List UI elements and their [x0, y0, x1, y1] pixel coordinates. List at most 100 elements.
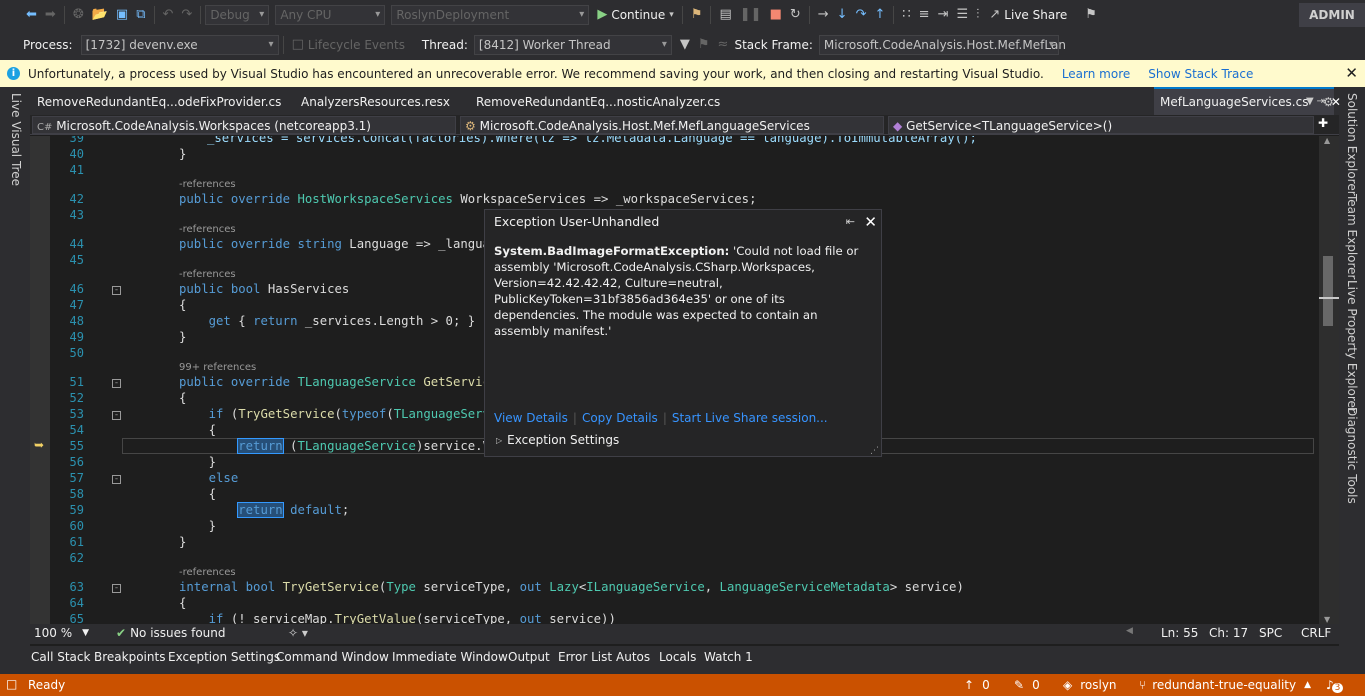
- chevron-down-icon[interactable]: ▾: [669, 7, 674, 23]
- step-over-icon[interactable]: ↷: [856, 7, 867, 23]
- pin-icon[interactable]: ⇤: [846, 210, 855, 234]
- tab-analyzersresources[interactable]: AnalyzersResources.resx: [301, 87, 450, 115]
- continue-button[interactable]: Continue: [611, 8, 665, 22]
- step-into-icon[interactable]: ↓: [837, 7, 848, 23]
- tab-breakpoints[interactable]: Breakpoints: [94, 650, 165, 664]
- scroll-left-icon[interactable]: ◀: [1126, 626, 1133, 636]
- vertical-scrollbar[interactable]: ▲ ▼: [1319, 136, 1339, 624]
- tab-immediate-window[interactable]: Immediate Window: [392, 650, 508, 664]
- tab-watch-1[interactable]: Watch 1: [704, 650, 753, 664]
- collapse-icon[interactable]: -: [112, 379, 121, 388]
- solution-explorer-tab[interactable]: Solution Explorer: [1345, 93, 1359, 196]
- codelens-references[interactable]: -references: [179, 179, 236, 190]
- collapse-icon[interactable]: -: [112, 475, 121, 484]
- show-next-statement-icon[interactable]: →: [818, 7, 829, 23]
- pending-changes[interactable]: ✎ 0: [1014, 678, 1040, 692]
- learn-more-link[interactable]: Learn more: [1062, 67, 1130, 81]
- close-icon[interactable]: ✕: [864, 210, 877, 234]
- pause-icon[interactable]: ❚❚: [740, 7, 762, 23]
- undo-icon[interactable]: ↶: [163, 7, 174, 23]
- close-icon[interactable]: ✕: [1345, 64, 1358, 82]
- live-property-explorer-tab[interactable]: Live Property Explorer: [1345, 280, 1359, 413]
- branch-indicator[interactable]: ⑂ redundant-true-equality ▲: [1139, 678, 1311, 692]
- repository-indicator[interactable]: ◈ roslyn: [1063, 678, 1117, 692]
- scroll-up-icon[interactable]: ▲: [1324, 136, 1330, 145]
- tab-exception-settings[interactable]: Exception Settings: [168, 650, 280, 664]
- feedback-icon[interactable]: ⚑: [1085, 7, 1097, 23]
- platform-dropdown[interactable]: Any CPU: [275, 5, 386, 25]
- open-folder-icon[interactable]: 📂: [92, 7, 108, 23]
- lifecycle-events-dropdown[interactable]: Lifecycle Events: [308, 38, 412, 52]
- configuration-dropdown[interactable]: Debug: [205, 5, 270, 25]
- show-stack-trace-link[interactable]: Show Stack Trace: [1148, 67, 1253, 81]
- issues-indicator[interactable]: ✔ No issues found: [116, 626, 225, 640]
- save-all-icon[interactable]: ⧉: [136, 7, 145, 23]
- codelens-references[interactable]: 99+ references: [179, 362, 256, 373]
- live-share-icon[interactable]: ↗: [989, 7, 1000, 23]
- zoom-dropdown[interactable]: 100 % ▼: [34, 626, 92, 640]
- codelens-references[interactable]: -references: [179, 224, 236, 235]
- team-explorer-tab[interactable]: Team Explorer: [1345, 194, 1359, 280]
- collapse-icon[interactable]: -: [112, 411, 121, 420]
- tab-error-list[interactable]: Error List: [558, 650, 612, 664]
- exception-settings-expander[interactable]: ▷ Exception Settings: [496, 433, 619, 447]
- redo-icon[interactable]: ↷: [181, 7, 192, 23]
- step-out-icon[interactable]: ↑: [874, 7, 885, 23]
- forward-icon[interactable]: ➡: [45, 7, 56, 23]
- codelens-references[interactable]: -references: [179, 567, 236, 578]
- back-icon[interactable]: ⬅: [26, 7, 37, 23]
- scroll-down-icon[interactable]: ▼: [1324, 615, 1330, 624]
- notifications-button[interactable]: ♪ 3: [1326, 677, 1344, 693]
- diagnostic-tools-tab[interactable]: Diagnostic Tools: [1345, 407, 1359, 504]
- filter-icon[interactable]: ▼: [680, 37, 690, 53]
- start-live-share-link[interactable]: Start Live Share session...: [672, 411, 828, 425]
- codelens-references[interactable]: -references: [179, 269, 236, 280]
- show-threads-icon[interactable]: ≈: [718, 37, 729, 53]
- lifecycle-icon[interactable]: □: [292, 37, 304, 53]
- tab-autos[interactable]: Autos: [616, 650, 650, 664]
- uncomment-icon[interactable]: ⫶: [976, 7, 979, 23]
- save-icon[interactable]: ▣: [116, 7, 128, 23]
- code-cleanup-icon[interactable]: ✧ ▾: [288, 626, 308, 640]
- line-indicator[interactable]: Ln: 55: [1161, 626, 1198, 640]
- resize-grip-icon[interactable]: ⋰: [870, 446, 879, 456]
- split-editor-icon[interactable]: ✚: [1318, 116, 1328, 130]
- process-dropdown[interactable]: [1732] devenv.exe: [80, 35, 279, 55]
- tab-diagnosticanalyzer[interactable]: RemoveRedundantEq...nosticAnalyzer.cs: [476, 87, 720, 115]
- stop-icon[interactable]: ■: [770, 7, 782, 23]
- stack-frame-dropdown[interactable]: Microsoft.CodeAnalysis.Host.Mef.MefLan: [818, 35, 1066, 55]
- settings-gear-icon[interactable]: ⚙: [1323, 87, 1334, 115]
- comment-icon[interactable]: ≡: [919, 7, 930, 23]
- camera-icon[interactable]: ▤: [719, 7, 731, 23]
- collapse-icon[interactable]: -: [112, 584, 121, 593]
- tab-locals[interactable]: Locals: [659, 650, 696, 664]
- copy-details-link[interactable]: Copy Details: [582, 411, 658, 425]
- whitespace-indicator[interactable]: SPC: [1259, 626, 1282, 640]
- column-indicator[interactable]: Ch: 17: [1209, 626, 1248, 640]
- unpushed-commits[interactable]: ↑ 0: [964, 678, 990, 692]
- indent-icon[interactable]: ⇥: [938, 7, 949, 23]
- bookmark-icon[interactable]: ☰: [956, 7, 968, 23]
- tab-command-window[interactable]: Command Window: [276, 650, 389, 664]
- tab-list-dropdown-icon[interactable]: ▼: [1306, 87, 1314, 115]
- collapse-icon[interactable]: -: [112, 286, 121, 295]
- member-dropdown[interactable]: ◆ GetService<TLanguageService>(): [888, 116, 1314, 134]
- line-ending-indicator[interactable]: CRLF: [1301, 626, 1331, 640]
- scrollbar-thumb[interactable]: [1323, 256, 1333, 326]
- new-project-icon[interactable]: ❂: [73, 7, 84, 23]
- live-share-button[interactable]: Live Share: [1004, 8, 1067, 22]
- flag-icon[interactable]: ⚑: [698, 37, 710, 53]
- type-dropdown[interactable]: ⚙ Microsoft.CodeAnalysis.Host.Mef.MefLan…: [460, 116, 884, 134]
- hot-reload-icon[interactable]: ∷: [902, 7, 910, 23]
- tab-codefixprovider[interactable]: RemoveRedundantEq...odeFixProvider.cs: [37, 87, 281, 115]
- tab-call-stack[interactable]: Call Stack: [31, 650, 90, 664]
- attach-icon[interactable]: ⚑: [691, 7, 703, 23]
- live-visual-tree-tab[interactable]: Live Visual Tree: [9, 93, 23, 186]
- project-dropdown[interactable]: C# Microsoft.CodeAnalysis.Workspaces (ne…: [32, 116, 456, 134]
- startup-project-dropdown[interactable]: RoslynDeployment: [391, 5, 590, 25]
- play-icon[interactable]: ▶: [597, 7, 607, 23]
- indicator-margin[interactable]: [30, 136, 50, 624]
- tab-output[interactable]: Output: [508, 650, 550, 664]
- thread-dropdown[interactable]: [8412] Worker Thread: [473, 35, 672, 55]
- restart-icon[interactable]: ↻: [790, 7, 801, 23]
